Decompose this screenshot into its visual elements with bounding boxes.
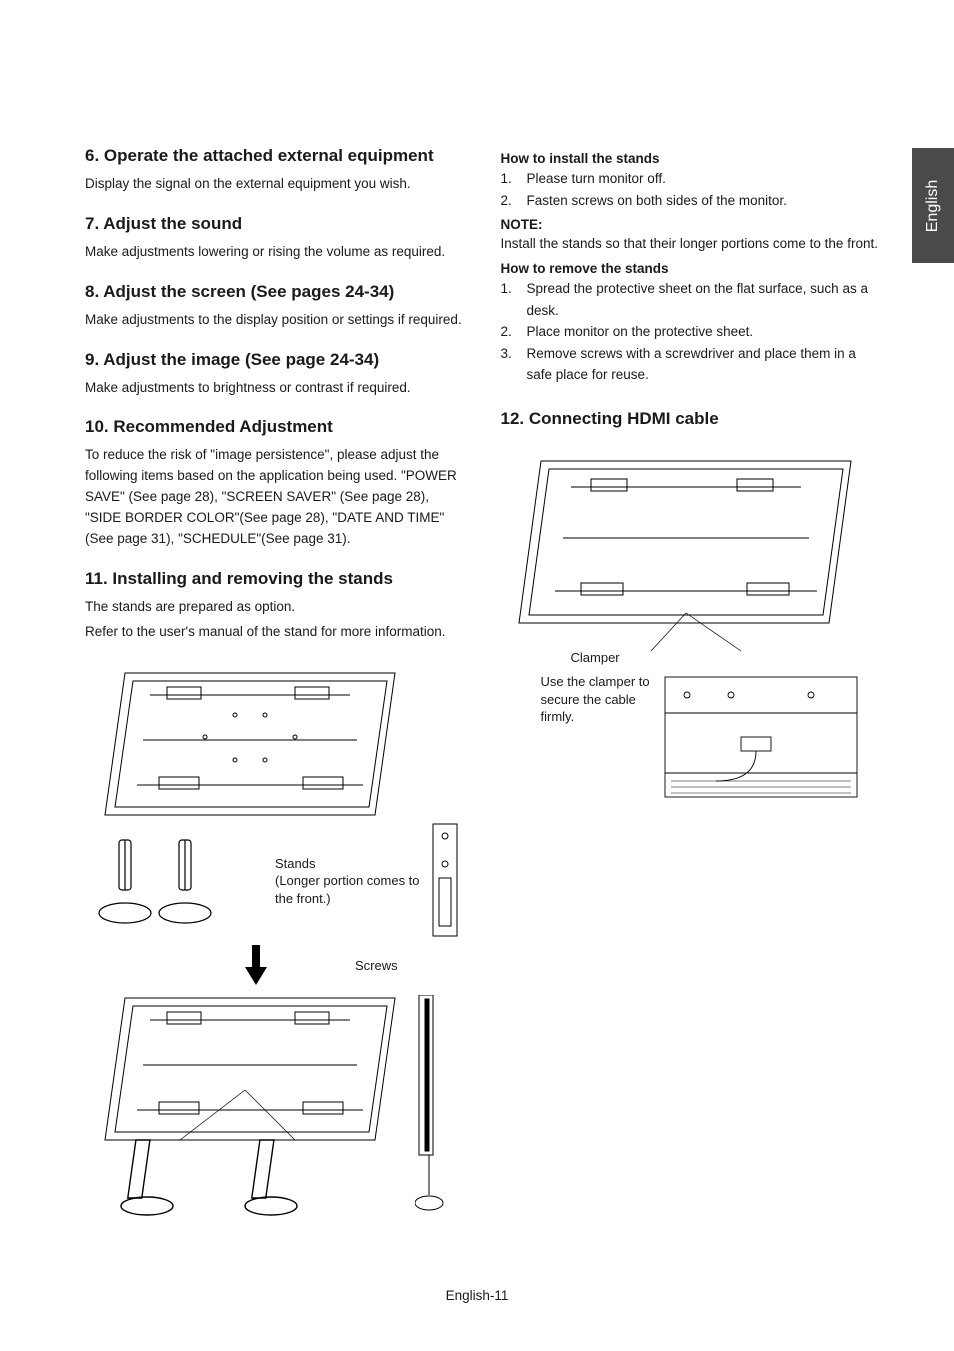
list-item: 3.Remove screws with a screwdriver and p… bbox=[501, 343, 885, 386]
clamper-note: Use the clamper to secure the cable firm… bbox=[541, 673, 661, 726]
clamper-detail-icon bbox=[661, 673, 861, 803]
list-item: 2.Fasten screws on both sides of the mon… bbox=[501, 190, 885, 212]
section-6-title: 6. Operate the attached external equipme… bbox=[85, 145, 469, 168]
section-11-body1: The stands are prepared as option. bbox=[85, 597, 469, 618]
stands-note: (Longer portion comes to the front.) bbox=[275, 872, 435, 907]
section-12-title: 12. Connecting HDMI cable bbox=[501, 408, 885, 431]
two-column-layout: 6. Operate the attached external equipme… bbox=[85, 145, 884, 1225]
screw-column-icon bbox=[425, 820, 465, 940]
remove-heading: How to remove the stands bbox=[501, 261, 885, 276]
section-10-body: To reduce the risk of "image persistence… bbox=[85, 445, 469, 550]
monitor-with-stands-icon bbox=[95, 990, 425, 1220]
section-9-title: 9. Adjust the image (See page 24-34) bbox=[85, 349, 469, 372]
note-heading: NOTE: bbox=[501, 217, 885, 232]
manual-page: English 6. Operate the attached external… bbox=[0, 0, 954, 1351]
stands-figure: Stands (Longer portion comes to the fron… bbox=[85, 665, 469, 1225]
language-tab-label: English bbox=[924, 179, 942, 231]
remove-steps: 1.Spread the protective sheet on the fla… bbox=[501, 278, 885, 386]
clamper-label: Clamper bbox=[571, 649, 620, 667]
screws-label: Screws bbox=[355, 957, 398, 975]
list-item: 2.Place monitor on the protective sheet. bbox=[501, 321, 885, 343]
page-footer: English-11 bbox=[0, 1288, 954, 1303]
hdmi-monitor-back-icon bbox=[511, 453, 861, 653]
section-11-title: 11. Installing and removing the stands bbox=[85, 568, 469, 591]
section-8-body: Make adjustments to the display position… bbox=[85, 310, 469, 331]
section-8-title: 8. Adjust the screen (See pages 24-34) bbox=[85, 281, 469, 304]
monitor-back-diagram-icon bbox=[95, 665, 405, 845]
section-7-title: 7. Adjust the sound bbox=[85, 213, 469, 236]
arrow-down-icon bbox=[245, 945, 267, 985]
right-column: How to install the stands 1.Please turn … bbox=[501, 145, 885, 1225]
install-heading: How to install the stands bbox=[501, 151, 885, 166]
section-7-body: Make adjustments lowering or rising the … bbox=[85, 242, 469, 263]
stands-label-box: Stands (Longer portion comes to the fron… bbox=[275, 855, 435, 908]
install-steps: 1.Please turn monitor off. 2.Fasten scre… bbox=[501, 168, 885, 211]
section-6-body: Display the signal on the external equip… bbox=[85, 174, 469, 195]
note-body: Install the stands so that their longer … bbox=[501, 234, 885, 255]
section-11-body2: Refer to the user's manual of the stand … bbox=[85, 622, 469, 643]
left-column: 6. Operate the attached external equipme… bbox=[85, 145, 469, 1225]
section-9-body: Make adjustments to brightness or contra… bbox=[85, 378, 469, 399]
monitor-side-view-icon bbox=[415, 995, 455, 1215]
section-10-title: 10. Recommended Adjustment bbox=[85, 416, 469, 439]
list-item: 1.Please turn monitor off. bbox=[501, 168, 885, 190]
language-tab: English bbox=[912, 148, 954, 263]
list-item: 1.Spread the protective sheet on the fla… bbox=[501, 278, 885, 321]
stands-label: Stands bbox=[275, 855, 435, 873]
hdmi-figure: Clamper Use the clamper to secure the ca… bbox=[501, 453, 885, 813]
